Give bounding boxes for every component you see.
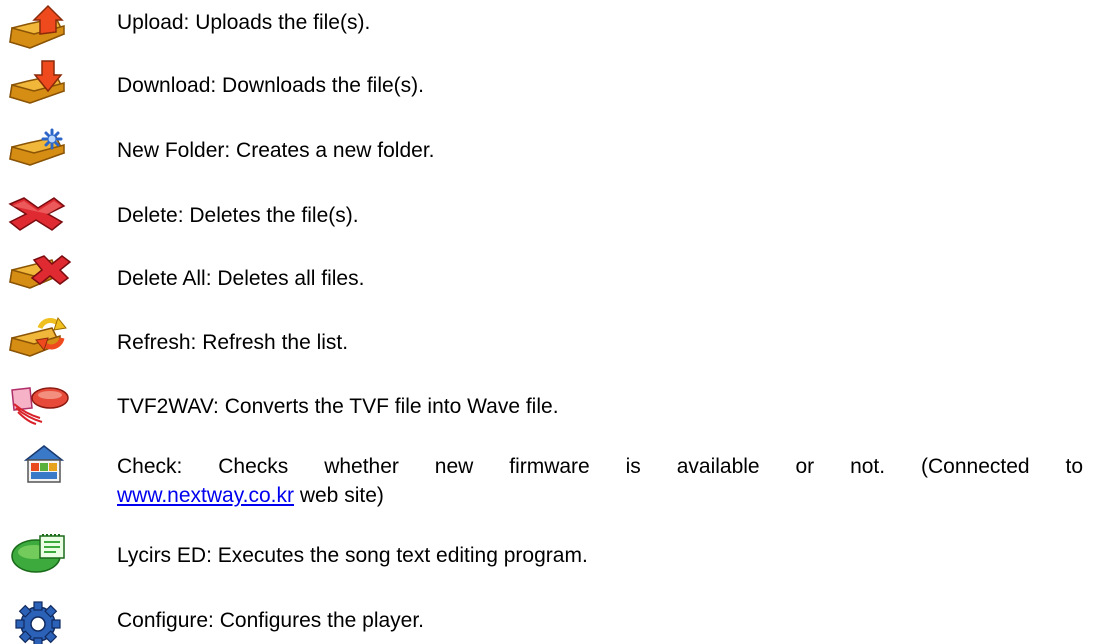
firmware-check-icon: [6, 440, 72, 486]
folder-upload-icon: [6, 4, 72, 50]
help-text-new-folder: New Folder: Creates a new folder.: [117, 139, 435, 162]
help-text-configure: Configure: Configures the player.: [117, 609, 425, 632]
delete-icon: [6, 190, 72, 236]
lyrics-editor-icon: [6, 530, 72, 576]
refresh-icon: [6, 314, 72, 360]
new-folder-icon: [6, 125, 72, 171]
delete-all-icon: [6, 250, 72, 296]
help-text-refresh: Refresh: Refresh the list.: [117, 331, 349, 354]
help-text-upload: Upload: Uploads the file(s).: [117, 11, 371, 34]
gear-icon: [6, 598, 72, 644]
nextway-website-link[interactable]: www.nextway.co.kr: [117, 484, 294, 507]
help-text-download: Download: Downloads the file(s).: [117, 74, 424, 97]
folder-download-icon: [6, 59, 72, 105]
help-text-tvf2wav: TVF2WAV: Converts the TVF file into Wave…: [117, 395, 559, 418]
help-text-delete: Delete: Deletes the file(s).: [117, 204, 359, 227]
help-text-check-line2: web site): [294, 484, 384, 507]
help-text-check-line1: Check: Checks whether new firmware is av…: [117, 455, 1083, 478]
help-text-lyrics-editor: Lycirs ED: Executes the song text editin…: [117, 544, 588, 567]
tvf2wav-icon: [6, 380, 72, 426]
help-text-check: Check: Checks whether new firmware is av…: [117, 452, 1083, 510]
help-text-delete-all: Delete All: Deletes all files.: [117, 267, 365, 290]
